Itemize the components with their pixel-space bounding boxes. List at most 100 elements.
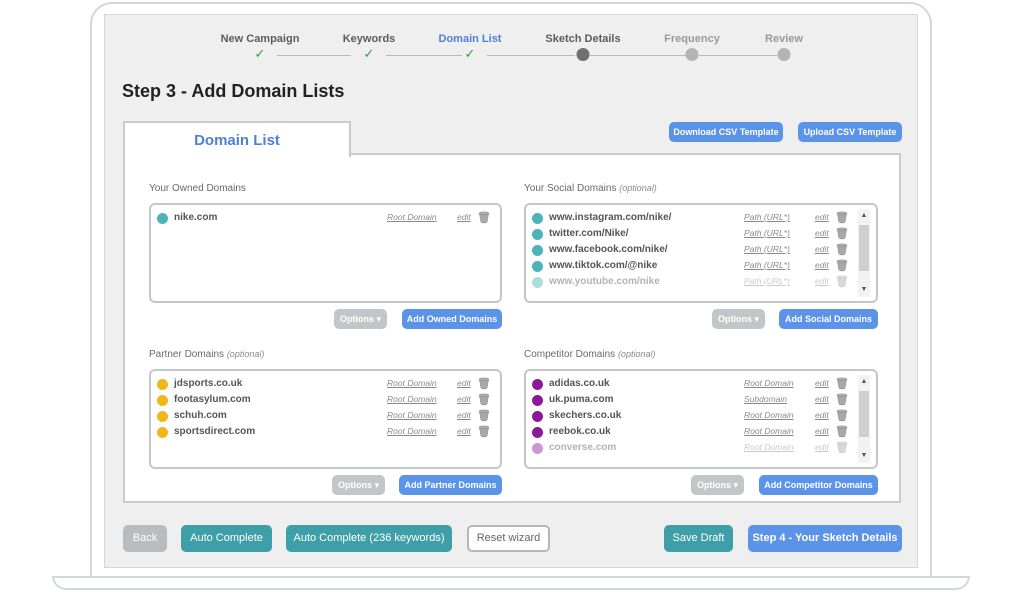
scrollbar[interactable]: ▲ ▼ [858, 375, 870, 463]
domain-type-link[interactable]: Root Domain [387, 212, 437, 222]
reset-wizard-button[interactable]: Reset wizard [467, 525, 550, 552]
social-options-button[interactable]: Options ▾ [712, 309, 765, 329]
competitor-options-button[interactable]: Options ▾ [691, 475, 744, 495]
add-social-domains-button[interactable]: Add Social Domains [779, 309, 878, 329]
trash-icon[interactable]: 🗑 [835, 410, 849, 422]
edit-link[interactable]: edit [815, 228, 829, 238]
edit-link[interactable]: edit [815, 426, 829, 436]
domain-type-link[interactable]: Path (URL*) [744, 276, 790, 286]
step-label-new-campaign[interactable]: New Campaign [221, 33, 300, 45]
trash-icon[interactable]: 🗑 [477, 410, 491, 422]
trash-icon[interactable]: 🗑 [835, 244, 849, 256]
download-csv-button[interactable]: Download CSV Template [669, 122, 783, 142]
edit-link[interactable]: edit [457, 212, 471, 222]
edit-link[interactable]: edit [457, 378, 471, 388]
partner-domains-list: jdsports.co.uk Root Domain edit 🗑 footas… [149, 369, 502, 469]
domain-type-link[interactable]: Root Domain [744, 410, 794, 420]
domain-name: converse.com [549, 442, 617, 453]
step-label-keywords[interactable]: Keywords [343, 33, 396, 45]
add-owned-domains-button[interactable]: Add Owned Domains [402, 309, 502, 329]
domain-type-link[interactable]: Path (URL*) [744, 244, 790, 254]
edit-link[interactable]: edit [815, 244, 829, 254]
back-button[interactable]: Back [123, 525, 167, 552]
domain-type-link[interactable]: Path (URL*) [744, 260, 790, 270]
edit-link[interactable]: edit [815, 410, 829, 420]
trash-icon[interactable]: 🗑 [835, 394, 849, 406]
trash-icon[interactable]: 🗑 [477, 212, 491, 224]
owned-domains-title: Your Owned Domains [149, 183, 246, 194]
domain-type-link[interactable]: Root Domain [387, 394, 437, 404]
list-item: www.facebook.com/nike/ Path (URL*) edit … [532, 244, 852, 258]
domain-name: schuh.com [174, 410, 227, 421]
laptop-hinge [52, 576, 970, 578]
social-domains-title: Your Social Domains (optional) [524, 183, 657, 194]
scroll-up-icon[interactable]: ▲ [858, 211, 870, 221]
domain-type-link[interactable]: Root Domain [387, 426, 437, 436]
step-label-sketch-details[interactable]: Sketch Details [545, 33, 620, 45]
edit-link[interactable]: edit [815, 394, 829, 404]
upload-csv-button[interactable]: Upload CSV Template [798, 122, 902, 142]
trash-icon[interactable]: 🗑 [835, 378, 849, 390]
list-item: twitter.com/Nike/ Path (URL*) edit 🗑 [532, 228, 852, 242]
trash-icon[interactable]: 🗑 [835, 426, 849, 438]
domain-type-link[interactable]: Root Domain [387, 378, 437, 388]
edit-link[interactable]: edit [815, 212, 829, 222]
step-label-frequency[interactable]: Frequency [664, 33, 720, 45]
edit-link[interactable]: edit [815, 442, 829, 452]
edit-link[interactable]: edit [457, 426, 471, 436]
trash-icon[interactable]: 🗑 [835, 260, 849, 272]
domain-name: www.youtube.com/nike [549, 276, 660, 287]
auto-complete-keywords-button[interactable]: Auto Complete (236 keywords) [286, 525, 452, 552]
next-step-button[interactable]: Step 4 - Your Sketch Details [748, 525, 902, 552]
scroll-down-icon[interactable]: ▼ [858, 451, 870, 461]
check-icon: ✓ [363, 46, 375, 61]
domain-name: skechers.co.uk [549, 410, 622, 421]
domain-type-link[interactable]: Path (URL*) [744, 212, 790, 222]
domain-color-dot [157, 427, 168, 438]
add-competitor-domains-button[interactable]: Add Competitor Domains [759, 475, 878, 495]
trash-icon[interactable]: 🗑 [477, 378, 491, 390]
domain-type-link[interactable]: Root Domain [744, 442, 794, 452]
trash-icon[interactable]: 🗑 [835, 212, 849, 224]
scroll-thumb[interactable] [859, 391, 869, 437]
scroll-down-icon[interactable]: ▼ [858, 285, 870, 295]
wizard-stepper: New Campaign Keywords Domain List Sketch… [105, 33, 917, 83]
domain-type-link[interactable]: Path (URL*) [744, 228, 790, 238]
domain-name: uk.puma.com [549, 394, 614, 405]
domain-name: www.facebook.com/nike/ [549, 244, 668, 255]
caret-down-icon: ▾ [754, 314, 760, 324]
add-partner-domains-button[interactable]: Add Partner Domains [399, 475, 502, 495]
step-label-domain-list[interactable]: Domain List [439, 33, 502, 45]
edit-link[interactable]: edit [457, 410, 471, 420]
save-draft-button[interactable]: Save Draft [664, 525, 733, 552]
auto-complete-button[interactable]: Auto Complete [181, 525, 272, 552]
list-item: footasylum.com Root Domain edit 🗑 [157, 394, 497, 408]
edit-link[interactable]: edit [815, 276, 829, 286]
owned-options-button[interactable]: Options ▾ [334, 309, 387, 329]
domain-type-link[interactable]: Root Domain [387, 410, 437, 420]
trash-icon[interactable]: 🗑 [477, 394, 491, 406]
domain-type-link[interactable]: Root Domain [744, 426, 794, 436]
scrollbar[interactable]: ▲ ▼ [858, 209, 870, 297]
trash-icon[interactable]: 🗑 [477, 426, 491, 438]
edit-link[interactable]: edit [457, 394, 471, 404]
domain-name: jdsports.co.uk [174, 378, 243, 389]
partner-domains-title: Partner Domains (optional) [149, 349, 264, 360]
competitor-domains-title-text: Competitor Domains [524, 349, 616, 360]
list-item: www.instagram.com/nike/ Path (URL*) edit… [532, 212, 852, 226]
scroll-thumb[interactable] [859, 225, 869, 271]
competitor-domains-title: Competitor Domains (optional) [524, 349, 655, 360]
edit-link[interactable]: edit [815, 378, 829, 388]
trash-icon[interactable]: 🗑 [835, 228, 849, 240]
tab-domain-list-label: Domain List [194, 132, 280, 149]
scroll-up-icon[interactable]: ▲ [858, 377, 870, 387]
domain-type-link[interactable]: Root Domain [744, 378, 794, 388]
step-connector [590, 55, 686, 56]
edit-link[interactable]: edit [815, 260, 829, 270]
trash-icon[interactable]: 🗑 [835, 442, 849, 454]
partner-options-button[interactable]: Options ▾ [332, 475, 385, 495]
optional-tag: (optional) [619, 183, 657, 193]
step-label-review[interactable]: Review [765, 33, 803, 45]
domain-type-link[interactable]: Subdomain [744, 394, 787, 404]
trash-icon[interactable]: 🗑 [835, 276, 849, 288]
